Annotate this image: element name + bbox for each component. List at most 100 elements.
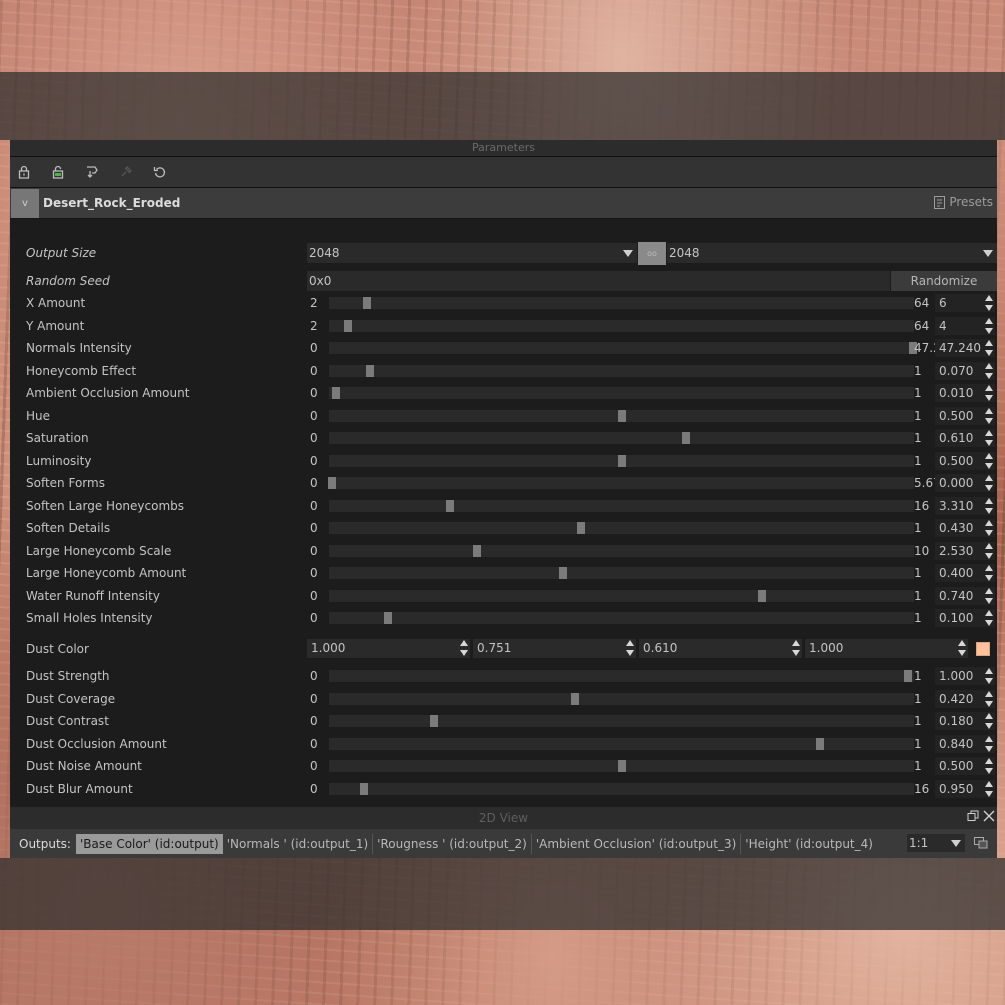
- zoom-dropdown[interactable]: 1:1: [907, 834, 965, 852]
- slider-handle[interactable]: [473, 544, 481, 557]
- slider-handle[interactable]: [757, 589, 766, 602]
- x-amount-slider[interactable]: [329, 297, 914, 309]
- spinner-icon[interactable]: [985, 497, 993, 514]
- dust-color-swatch[interactable]: [976, 642, 990, 656]
- presets-button[interactable]: Presets: [934, 195, 993, 209]
- output-tab-normals[interactable]: 'Normals ' (id:output_1): [223, 833, 374, 854]
- slider-handle[interactable]: [365, 364, 374, 377]
- reset-icon[interactable]: [152, 164, 168, 180]
- float-window-icon[interactable]: [967, 810, 979, 822]
- dust-blur-amount-slider[interactable]: [329, 782, 914, 795]
- slider-handle[interactable]: [332, 387, 341, 399]
- soften-forms-slider[interactable]: [327, 477, 914, 489]
- spinner-icon[interactable]: [985, 587, 993, 604]
- slider-handle[interactable]: [446, 499, 455, 512]
- dust-strength-value-field[interactable]: 1.000: [935, 667, 995, 685]
- y-amount-value-field[interactable]: 4: [935, 316, 995, 335]
- spinner-icon[interactable]: [985, 452, 993, 469]
- water-runoff-intensity-slider[interactable]: [329, 589, 914, 602]
- spinner-icon[interactable]: [626, 640, 634, 656]
- random-seed-field[interactable]: 0x0: [307, 271, 890, 291]
- slider-handle[interactable]: [816, 737, 825, 750]
- lock-icon[interactable]: [16, 164, 32, 180]
- dust-noise-amount-slider[interactable]: [329, 760, 914, 772]
- luminosity-value-field[interactable]: 0.500: [935, 451, 995, 470]
- collapse-button[interactable]: v: [11, 188, 39, 218]
- spinner-icon[interactable]: [985, 713, 993, 729]
- spinner-icon[interactable]: [985, 690, 993, 707]
- close-icon[interactable]: [983, 810, 995, 822]
- spinner-icon[interactable]: [985, 385, 993, 401]
- spinner-icon[interactable]: [958, 640, 966, 656]
- soften-details-slider[interactable]: [329, 522, 914, 534]
- ambient-occlusion-amount-slider[interactable]: [329, 387, 914, 399]
- spinner-icon[interactable]: [985, 520, 993, 536]
- large-honeycomb-scale-value-field[interactable]: 2.530: [935, 541, 995, 560]
- output-size-width-dropdown[interactable]: 2048: [307, 243, 637, 263]
- large-honeycomb-scale-slider[interactable]: [329, 544, 914, 557]
- spinner-icon[interactable]: [985, 317, 993, 334]
- small-holes-intensity-value-field[interactable]: 0.100: [935, 609, 995, 627]
- dust-color-b-field[interactable]: 0.610: [639, 639, 802, 658]
- spinner-icon[interactable]: [985, 430, 993, 446]
- y-amount-slider[interactable]: [329, 319, 914, 332]
- slider-handle[interactable]: [360, 782, 369, 795]
- dust-color-r-field[interactable]: 1.000: [307, 639, 470, 658]
- water-runoff-intensity-value-field[interactable]: 0.740: [935, 586, 995, 605]
- slider-handle[interactable]: [681, 432, 690, 444]
- dust-color-a-field[interactable]: 1.000: [805, 639, 968, 658]
- normals-intensity-value-field[interactable]: 47.240: [935, 339, 995, 357]
- ambient-occlusion-amount-value-field[interactable]: 0.010: [935, 384, 995, 402]
- spinner-icon[interactable]: [985, 610, 993, 626]
- slider-handle[interactable]: [617, 760, 626, 772]
- hue-slider[interactable]: [329, 409, 914, 422]
- soften-details-value-field[interactable]: 0.430: [935, 519, 995, 537]
- small-holes-intensity-slider[interactable]: [329, 612, 914, 624]
- output-size-height-dropdown[interactable]: 2048: [667, 243, 997, 263]
- slider-handle[interactable]: [363, 297, 372, 309]
- dust-blur-amount-value-field[interactable]: 0.950: [935, 779, 995, 798]
- spinner-icon[interactable]: [985, 735, 993, 752]
- slider-handle[interactable]: [327, 477, 336, 489]
- normals-intensity-slider[interactable]: [329, 342, 917, 354]
- output-tab-base-color[interactable]: 'Base Color' (id:output): [75, 833, 223, 854]
- spinner-icon[interactable]: [985, 542, 993, 559]
- slider-handle[interactable]: [559, 567, 567, 579]
- dust-color-g-field[interactable]: 0.751: [473, 639, 636, 658]
- saturation-value-field[interactable]: 0.610: [935, 429, 995, 447]
- lock-open-green-icon[interactable]: [50, 164, 66, 180]
- soften-large-honeycombs-slider[interactable]: [329, 499, 914, 512]
- dust-contrast-slider[interactable]: [329, 715, 914, 727]
- spinner-icon[interactable]: [792, 640, 800, 656]
- slider-handle[interactable]: [617, 454, 626, 467]
- luminosity-slider[interactable]: [329, 454, 914, 467]
- spinner-icon[interactable]: [985, 758, 993, 774]
- slider-handle[interactable]: [383, 612, 392, 624]
- spinner-icon[interactable]: [985, 407, 993, 424]
- spinner-icon[interactable]: [985, 295, 993, 311]
- slider-handle[interactable]: [430, 715, 439, 727]
- slider-handle[interactable]: [576, 522, 585, 534]
- output-tab-height[interactable]: 'Height' (id:output_4): [741, 834, 877, 854]
- large-honeycomb-amount-slider[interactable]: [329, 567, 914, 579]
- slider-handle[interactable]: [343, 319, 352, 332]
- randomize-button[interactable]: Randomize: [891, 271, 997, 291]
- dust-occlusion-amount-slider[interactable]: [329, 737, 914, 750]
- hue-value-field[interactable]: 0.500: [935, 406, 995, 425]
- spinner-icon[interactable]: [985, 340, 993, 356]
- slider-handle[interactable]: [904, 670, 913, 682]
- dust-noise-amount-value-field[interactable]: 0.500: [935, 757, 995, 775]
- soften-large-honeycombs-value-field[interactable]: 3.310: [935, 496, 995, 515]
- output-tab-roughness[interactable]: 'Rougness ' (id:output_2): [373, 833, 532, 854]
- honeycomb-effect-value-field[interactable]: 0.070: [935, 361, 995, 380]
- honeycomb-effect-slider[interactable]: [329, 364, 914, 377]
- large-honeycomb-amount-value-field[interactable]: 0.400: [935, 564, 995, 582]
- spinner-icon[interactable]: [985, 565, 993, 581]
- output-tab-ambient-occlusion[interactable]: 'Ambient Occlusion' (id:output_3): [532, 833, 742, 854]
- view-options-icon[interactable]: [974, 837, 988, 849]
- slider-handle[interactable]: [617, 409, 626, 422]
- dust-coverage-slider[interactable]: [329, 692, 914, 705]
- spinner-icon[interactable]: [985, 475, 993, 491]
- saturation-slider[interactable]: [329, 432, 914, 444]
- spinner-icon[interactable]: [985, 362, 993, 379]
